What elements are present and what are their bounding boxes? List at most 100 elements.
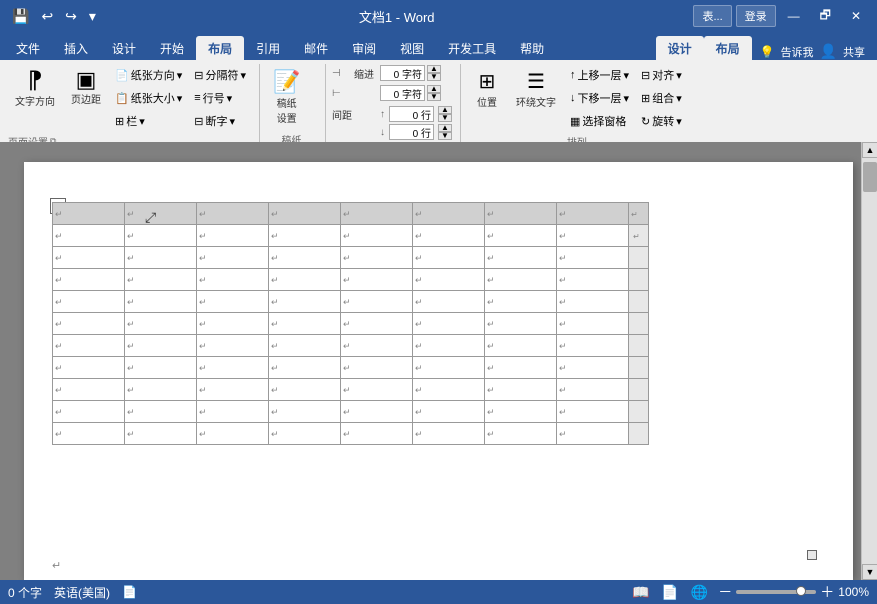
- table-cell[interactable]: [629, 379, 649, 401]
- table-cell[interactable]: ↵: [341, 423, 413, 445]
- table-cell[interactable]: ↵: [125, 247, 197, 269]
- table-cell[interactable]: ↵: [485, 269, 557, 291]
- table-cell[interactable]: ↵: [269, 335, 341, 357]
- table-cell[interactable]: ↵: [125, 357, 197, 379]
- table-cell[interactable]: ↵: [197, 423, 269, 445]
- paper-size-btn[interactable]: 📋 纸张大小 ▾: [110, 87, 187, 109]
- table-cell[interactable]: ↵: [53, 401, 125, 423]
- table-cell[interactable]: ↵: [485, 335, 557, 357]
- table-cell[interactable]: ↵: [485, 401, 557, 423]
- table-cell[interactable]: ↵: [557, 401, 629, 423]
- zoom-slider[interactable]: [736, 590, 816, 594]
- table-cell[interactable]: ↵: [341, 269, 413, 291]
- table-cell[interactable]: [629, 313, 649, 335]
- table-cell[interactable]: ↵: [269, 269, 341, 291]
- table-cell[interactable]: ↵: [197, 401, 269, 423]
- tab-mailings[interactable]: 邮件: [292, 36, 340, 60]
- spacing-after-down[interactable]: ▼: [438, 132, 452, 140]
- indent-right-input[interactable]: [380, 85, 425, 101]
- table-cell[interactable]: ↵: [557, 247, 629, 269]
- table-cell[interactable]: ↵: [485, 313, 557, 335]
- table-cell[interactable]: ↵: [53, 357, 125, 379]
- table-cell[interactable]: ↵: [269, 247, 341, 269]
- table-cell[interactable]: ↵: [269, 379, 341, 401]
- table-cell[interactable]: ↵: [485, 423, 557, 445]
- zoom-in-btn[interactable]: ＋: [820, 582, 834, 602]
- table-cell[interactable]: ↵: [269, 423, 341, 445]
- table-cell[interactable]: ↵: [557, 379, 629, 401]
- hyphenation-btn[interactable]: ⊟ 断字 ▾: [189, 110, 251, 132]
- tab-references[interactable]: 引用: [244, 36, 292, 60]
- table-cell[interactable]: ↵: [557, 423, 629, 445]
- table-cell[interactable]: ↵: [197, 291, 269, 313]
- table-cell[interactable]: ↵: [125, 423, 197, 445]
- table-cell[interactable]: ↵: [269, 357, 341, 379]
- table-cell[interactable]: ↵: [413, 335, 485, 357]
- table-cell[interactable]: ↵: [341, 313, 413, 335]
- print-layout-icon[interactable]: 📄: [659, 582, 680, 603]
- table-cell[interactable]: [629, 357, 649, 379]
- indent-left-input[interactable]: [380, 65, 425, 81]
- redo-quick-btn[interactable]: ↪: [61, 6, 81, 27]
- tab-help[interactable]: 帮助: [508, 36, 556, 60]
- table-cell[interactable]: ↵: [485, 379, 557, 401]
- tab-design2[interactable]: 设计: [656, 36, 704, 60]
- table-cell[interactable]: ↵: [125, 379, 197, 401]
- table-cell[interactable]: ↵: [197, 379, 269, 401]
- undo-quick-btn[interactable]: ↩: [37, 6, 57, 27]
- spacing-before-down[interactable]: ▼: [438, 114, 452, 122]
- table-cell[interactable]: ↵: [197, 357, 269, 379]
- table-cell[interactable]: ↵: [413, 225, 485, 247]
- table-cell[interactable]: ↵: [557, 225, 629, 247]
- save-quick-btn[interactable]: 💾: [8, 6, 33, 27]
- tab-insert[interactable]: 插入: [52, 36, 100, 60]
- table-cell[interactable]: [629, 269, 649, 291]
- table-cell[interactable]: ↵: [53, 291, 125, 313]
- table-cell[interactable]: ↵: [53, 313, 125, 335]
- bring-forward-btn[interactable]: ↑ 上移一层 ▾: [565, 64, 634, 86]
- table-cell[interactable]: [629, 291, 649, 313]
- table-cell[interactable]: ↵: [125, 401, 197, 423]
- wrap-text-btn[interactable]: ☰ 环绕文字: [509, 64, 563, 132]
- table-cell[interactable]: ↵: [485, 225, 557, 247]
- table-cell[interactable]: ↵: [53, 335, 125, 357]
- table-cell[interactable]: ↵: [629, 225, 649, 247]
- table-cell[interactable]: ↵: [125, 291, 197, 313]
- quick-access-more-btn[interactable]: ▾: [85, 6, 100, 27]
- indent-left-down[interactable]: ▼: [427, 73, 441, 81]
- line-numbers-btn[interactable]: ≡ 行号 ▾: [189, 87, 251, 109]
- table-cell[interactable]: ↵: [125, 313, 197, 335]
- tab-home[interactable]: 开始: [148, 36, 196, 60]
- table-cell[interactable]: ↵: [557, 203, 629, 225]
- doc-check-icon[interactable]: 📄: [122, 585, 137, 599]
- tab-design[interactable]: 设计: [100, 36, 148, 60]
- table-cell[interactable]: ↵: [125, 335, 197, 357]
- text-direction-btn[interactable]: ⁋ 文字方向: [8, 64, 62, 120]
- document-page[interactable]: ⊕ ↵ ↵ ⤢ ↵ ↵ ↵ ↵ ↵ ↵ ↵ ↵ ↵ ↵: [24, 162, 853, 580]
- table-cell[interactable]: ↵: [341, 335, 413, 357]
- table-cell[interactable]: ↵: [341, 203, 413, 225]
- table-cell[interactable]: ↵: [485, 247, 557, 269]
- send-backward-btn[interactable]: ↓ 下移一层 ▾: [565, 87, 634, 109]
- table-cell[interactable]: ↵: [197, 335, 269, 357]
- scroll-down-btn[interactable]: ▼: [862, 564, 877, 580]
- table-cell[interactable]: ↵: [413, 379, 485, 401]
- web-layout-icon[interactable]: 🌐: [689, 582, 710, 603]
- table-cell[interactable]: ↵: [341, 379, 413, 401]
- table-cell[interactable]: ↵: [341, 247, 413, 269]
- table-cell[interactable]: ↵: [269, 203, 341, 225]
- rotate-btn[interactable]: ↻ 旋转 ▾: [636, 110, 687, 132]
- table-cell[interactable]: ↵: [53, 203, 125, 225]
- table-cell[interactable]: ↵: [125, 225, 197, 247]
- table-cell[interactable]: ↵: [557, 357, 629, 379]
- table-cell[interactable]: ↵: [413, 423, 485, 445]
- table-cell[interactable]: ↵: [341, 225, 413, 247]
- table-cell[interactable]: ↵: [269, 291, 341, 313]
- table-cell[interactable]: ↵: [413, 401, 485, 423]
- table-cell[interactable]: ↵: [341, 291, 413, 313]
- scroll-thumb[interactable]: [863, 162, 877, 192]
- table-cell[interactable]: ↵: [197, 247, 269, 269]
- table-cell[interactable]: ↵: [341, 357, 413, 379]
- table-cell[interactable]: [629, 423, 649, 445]
- selection-pane-btn[interactable]: ▦ 选择窗格: [565, 110, 634, 132]
